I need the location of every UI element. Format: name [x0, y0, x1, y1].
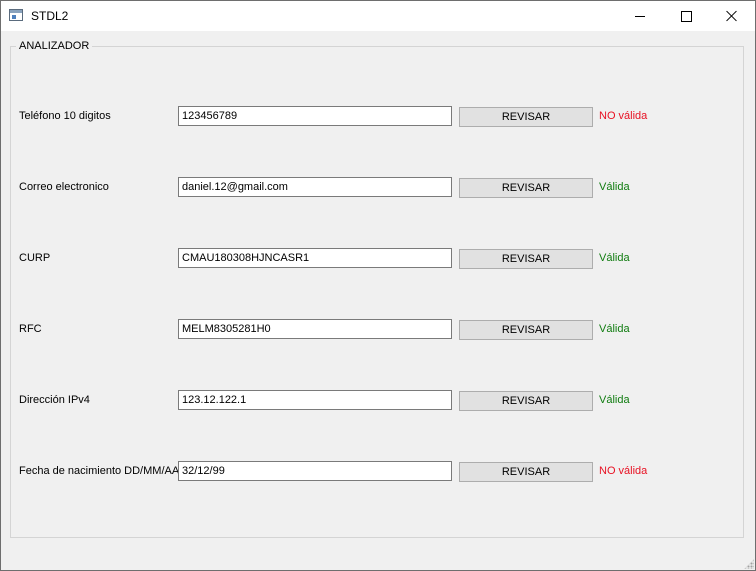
app-window-icon: [9, 9, 23, 21]
curp-check-button[interactable]: REVISAR: [459, 249, 593, 269]
birthdate-status: NO válida: [599, 465, 648, 477]
email-check-button[interactable]: REVISAR: [459, 178, 593, 198]
rfc-check-button[interactable]: REVISAR: [459, 320, 593, 340]
phone-input[interactable]: [178, 106, 452, 126]
curp-status: Válida: [599, 252, 630, 264]
minimize-button[interactable]: [617, 1, 663, 31]
maximize-button[interactable]: [663, 1, 709, 31]
email-status: Válida: [599, 181, 630, 193]
phone-check-button[interactable]: REVISAR: [459, 107, 593, 127]
title-bar[interactable]: STDL2: [1, 1, 755, 31]
window-title: STDL2: [31, 9, 69, 23]
close-icon: [726, 10, 738, 22]
curp-label: CURP: [19, 252, 51, 264]
rfc-input[interactable]: [178, 319, 452, 339]
close-button[interactable]: [709, 1, 755, 31]
maximize-icon: [680, 10, 692, 22]
birthdate-input[interactable]: [178, 461, 452, 481]
ipv4-check-button[interactable]: REVISAR: [459, 391, 593, 411]
rfc-status: Válida: [599, 323, 630, 335]
ipv4-label: Dirección IPv4: [19, 394, 90, 406]
curp-input[interactable]: [178, 248, 452, 268]
ipv4-input[interactable]: [178, 390, 452, 410]
minimize-icon: [635, 15, 645, 17]
groupbox-title: ANALIZADOR: [16, 40, 93, 52]
birthdate-label: Fecha de nacimiento DD/MM/AA: [19, 465, 180, 477]
email-input[interactable]: [178, 177, 452, 197]
phone-label: Teléfono 10 digitos: [19, 110, 111, 122]
birthdate-check-button[interactable]: REVISAR: [459, 462, 593, 482]
email-label: Correo electronico: [19, 181, 109, 193]
ipv4-status: Válida: [599, 394, 630, 406]
phone-status: NO válida: [599, 110, 648, 122]
rfc-label: RFC: [19, 323, 42, 335]
